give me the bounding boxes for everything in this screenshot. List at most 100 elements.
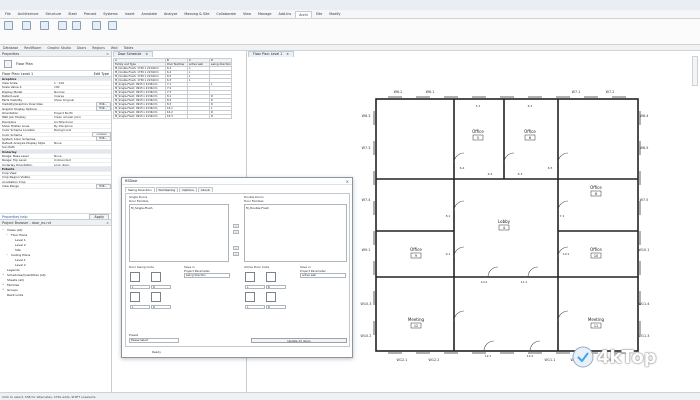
tree-toggle-icon[interactable]: +	[2, 283, 6, 286]
property-value[interactable]: Look down	[52, 163, 111, 167]
table-cell[interactable]: M_Double-Flush: 1730 x 2134mm	[113, 74, 166, 79]
title-bar	[0, 0, 700, 10]
window-tag: W11.1	[545, 358, 556, 362]
parameter2-dropdown[interactable]: active wall	[300, 273, 346, 278]
swing-code-field-3[interactable]: L	[130, 305, 150, 309]
browser-tree-item[interactable]: Revit Links	[0, 292, 111, 297]
active-door-code-label: Active Door Code	[244, 265, 270, 269]
active-code-field-1[interactable]: L	[245, 285, 265, 289]
double-families-list[interactable]: M_Double-Flush	[244, 204, 347, 262]
table-icon	[108, 21, 117, 30]
window-tag: W10.2	[361, 334, 372, 338]
swing-code-field-2[interactable]: R	[151, 285, 171, 289]
table-cell[interactable]: 10.3	[165, 114, 188, 119]
active-code-4: R	[268, 306, 270, 309]
close-icon[interactable]: ×	[145, 52, 148, 57]
dialog-tab[interactable]: Options	[179, 187, 197, 192]
properties-title: Properties ×	[0, 51, 111, 57]
swing-code-1: L	[132, 286, 134, 289]
tree-item-label: Floor Plans	[11, 232, 28, 237]
active-code-field-2[interactable]: R	[266, 285, 286, 289]
room-name: Lobby	[498, 219, 511, 224]
type-selector[interactable]: Floor Plan	[0, 57, 111, 71]
ribbon-tab[interactable]: Massing & Site	[181, 11, 212, 17]
tree-toggle-icon[interactable]: +	[2, 288, 6, 291]
table-row[interactable]: M_Single-Flush: 0915 x 2134mm 10.3 R	[113, 114, 232, 119]
table-cell[interactable]: M_Double-Flush: 1730 x 2134mm	[113, 70, 166, 75]
ribbon-tab[interactable]: Archi	[295, 10, 312, 18]
move-left-button-2[interactable]: ‹	[233, 252, 239, 256]
ribbon-tab[interactable]: Manage	[255, 11, 274, 17]
active-code-field-4[interactable]: R	[266, 305, 286, 309]
tree-item-label: Level 1	[15, 237, 26, 242]
ribbon-tab[interactable]: Precast	[81, 11, 99, 17]
table-cell[interactable]: M_Double-Flush: 1730 x 2134mm	[113, 66, 166, 71]
swing-code-field-4[interactable]: R	[151, 305, 171, 309]
table-cell[interactable]: Door Number	[165, 62, 188, 67]
ribbon-regions-group[interactable]	[72, 21, 81, 41]
parameter-dropdown[interactable]: swing direction	[184, 273, 230, 278]
ribbon-tab[interactable]: Modify	[326, 11, 343, 17]
ribbon-doors-group[interactable]	[58, 21, 67, 41]
swing-code-field-1[interactable]: L	[130, 285, 150, 289]
table-cell[interactable]: R	[209, 114, 232, 119]
ribbon-wall-group[interactable]	[92, 21, 101, 41]
ribbon-tab[interactable]: Architecture	[15, 11, 42, 17]
tree-item-label: Revit Links	[7, 292, 24, 297]
ribbon-tab[interactable]: Collaborate	[213, 11, 239, 17]
door-tag: 6.2	[488, 172, 493, 176]
ribbon-graphic-group[interactable]	[40, 21, 49, 41]
ribbon-revitroom-group[interactable]	[22, 21, 31, 41]
table-cell[interactable]: M_Single-Flush: 0915 x 2134mm	[113, 114, 166, 119]
property-value[interactable]: None	[52, 141, 111, 145]
table-row[interactable]: Family and Type Door Number active wall swi…	[113, 62, 232, 67]
close-icon[interactable]: ×	[106, 51, 109, 57]
ribbon-tables-group[interactable]	[108, 21, 117, 41]
close-icon[interactable]: ×	[106, 220, 109, 226]
parameter-dropdown-value: swing direction	[186, 274, 206, 277]
dialog-tab[interactable]: Numbering	[155, 187, 179, 192]
tree-toggle-icon[interactable]: −	[6, 253, 10, 256]
ribbon-tab[interactable]: Add-Ins	[275, 11, 294, 17]
table-cell[interactable]: swing direction	[209, 62, 232, 67]
ribbon-tab[interactable]: Insert	[122, 11, 138, 17]
table-cell[interactable]: M_Double-Flush: 1730 x 2134mm	[113, 78, 166, 83]
ribbon-tab[interactable]: File	[2, 11, 14, 17]
properties-help-link[interactable]: Properties help	[2, 215, 28, 219]
tree-toggle-icon[interactable]: −	[2, 228, 6, 231]
ribbon-tab[interactable]: Annotate	[138, 11, 160, 17]
schedule-view-tab[interactable]: Door Schedule ×	[113, 51, 153, 57]
door-swing-arc	[483, 340, 495, 352]
ribbon-tab[interactable]: Analyze	[161, 11, 180, 17]
tree-item-label: Groups	[7, 287, 18, 292]
ribbon-database-group[interactable]	[4, 21, 13, 41]
double-family-item[interactable]: M_Double-Flush	[246, 206, 345, 210]
dialog-tab[interactable]: About	[197, 187, 213, 192]
edit-type-button[interactable]: Edit Type	[94, 72, 109, 76]
update-doors-button[interactable]: Update 13 doors	[251, 338, 347, 343]
tree-toggle-icon[interactable]: −	[6, 233, 10, 236]
ribbon-tab[interactable]: Steel	[65, 11, 80, 17]
move-right-button[interactable]: ›	[233, 224, 239, 228]
ribbon-tab[interactable]: Structure	[42, 11, 64, 17]
property-edit-button[interactable]: Edit...	[95, 183, 111, 189]
single-family-item[interactable]: M_Single-Flush	[131, 206, 227, 210]
ribbon-tab[interactable]: View	[240, 11, 254, 17]
close-icon[interactable]: ×	[346, 178, 349, 185]
ribbon-tab[interactable]: Site	[313, 11, 326, 17]
table-cell[interactable]	[187, 114, 210, 119]
properties-title-text: Properties	[2, 52, 20, 56]
move-left-button[interactable]: ‹	[233, 230, 239, 234]
active-code-field-3[interactable]: L	[245, 305, 265, 309]
navigation-bar[interactable]	[692, 56, 698, 86]
single-families-list[interactable]: M_Single-Flush	[129, 204, 229, 262]
ribbon-panel-label: Database	[3, 45, 19, 50]
ribbon-tab[interactable]: Systems	[100, 11, 120, 17]
dialog-tab[interactable]: Swing Direction	[125, 187, 155, 192]
room-name: Meeting	[588, 317, 605, 322]
door-swing-arc	[503, 152, 515, 164]
move-right-button-2[interactable]: ›	[233, 246, 239, 250]
tree-toggle-icon[interactable]: +	[2, 273, 6, 276]
database-icon	[4, 21, 13, 30]
preset-dropdown[interactable]: Please Select	[129, 338, 179, 343]
